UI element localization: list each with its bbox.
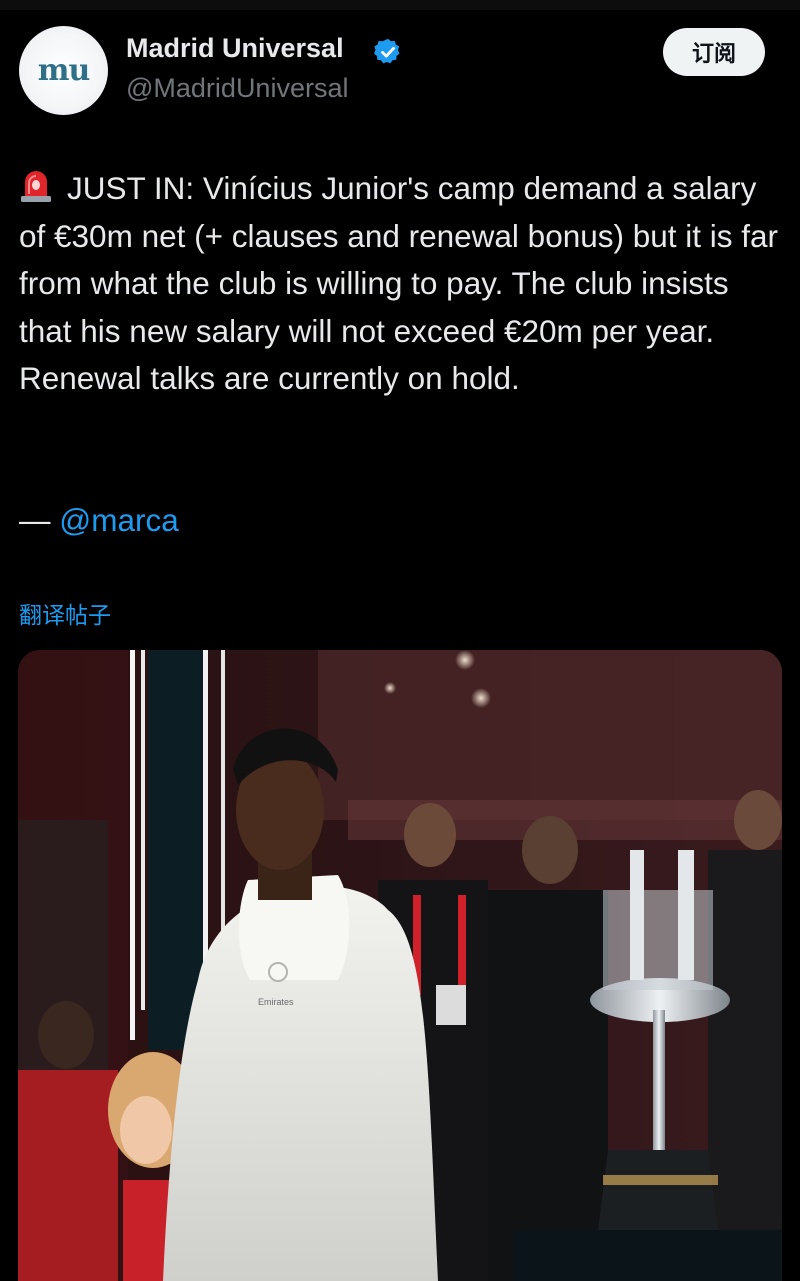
verified-badge-icon <box>374 38 400 64</box>
subscribe-button[interactable]: 订阅 <box>663 28 765 76</box>
display-name[interactable]: Madrid Universal <box>126 33 344 64</box>
siren-icon <box>21 171 51 202</box>
post-source: — @marca <box>19 497 179 544</box>
post-text: JUST IN: Vinícius Junior's camp demand a… <box>19 165 784 403</box>
account-handle[interactable]: @MadridUniversal <box>126 73 348 104</box>
translate-post-link[interactable]: 翻译帖子 <box>19 596 111 630</box>
stadium-photo: Emirates <box>18 650 782 1281</box>
post-media-photo[interactable]: Emirates <box>18 650 782 1281</box>
source-mention-link[interactable]: @marca <box>59 502 179 538</box>
source-prefix: — <box>19 502 60 538</box>
jersey-sponsor-text: Emirates <box>258 997 294 1007</box>
status-bar-strip <box>0 0 800 10</box>
avatar[interactable]: mu <box>19 26 108 115</box>
post-body: JUST IN: Vinícius Junior's camp demand a… <box>19 170 779 396</box>
avatar-logo-text: mu <box>37 53 91 88</box>
